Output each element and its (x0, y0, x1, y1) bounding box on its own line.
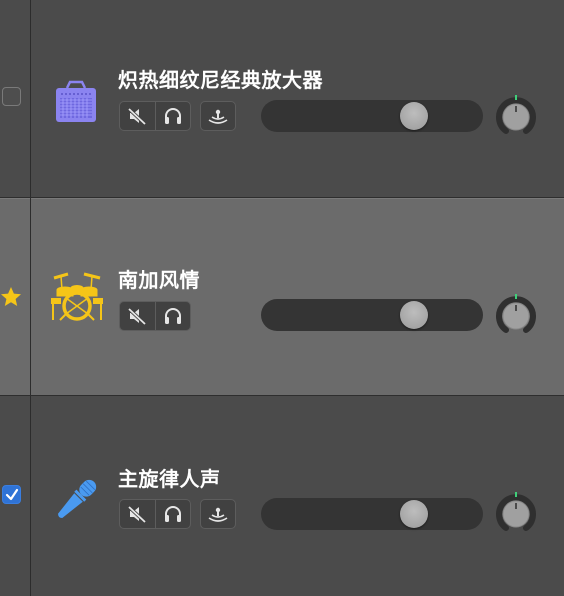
track-name: 南加风情 (118, 268, 200, 292)
speaker-muted-icon (128, 505, 147, 523)
solo-button[interactable] (154, 500, 191, 528)
star-icon (1, 287, 21, 306)
input-monitor-icon (208, 109, 228, 124)
speaker-muted-icon (128, 107, 147, 125)
volume-slider-thumb[interactable] (400, 301, 428, 329)
input-monitor-button[interactable] (200, 499, 236, 529)
track-header-strip (0, 0, 31, 198)
track-drums[interactable]: 南加风情 (0, 198, 564, 396)
solo-button[interactable] (154, 302, 191, 330)
headphones-icon (164, 108, 181, 124)
microphone-icon (50, 476, 104, 530)
track-name: 炽热细纹尼经典放大器 (118, 68, 323, 92)
mute-button[interactable] (120, 302, 155, 330)
volume-slider[interactable] (261, 299, 483, 331)
mute-solo-group (119, 301, 191, 331)
checkmark-icon (5, 488, 19, 501)
volume-slider[interactable] (261, 100, 483, 132)
mute-solo-group (119, 101, 191, 131)
amplifier-icon (50, 76, 104, 130)
pan-knob[interactable] (493, 490, 539, 536)
track-enable-checkbox[interactable] (2, 485, 21, 504)
speaker-muted-icon (128, 307, 147, 325)
volume-slider[interactable] (261, 498, 483, 530)
volume-slider-thumb[interactable] (400, 102, 428, 130)
mute-button[interactable] (120, 500, 155, 528)
mute-solo-group (119, 499, 191, 529)
pan-knob[interactable] (493, 93, 539, 139)
pan-knob[interactable] (493, 292, 539, 338)
track-amp[interactable]: 炽热细纹尼经典放大器 (0, 0, 564, 198)
track-highlight (0, 198, 564, 199)
headphones-icon (164, 506, 181, 522)
track-header-strip (0, 396, 31, 596)
volume-slider-thumb[interactable] (400, 500, 428, 528)
track-list: 炽热细纹尼经典放大器 南加风情 主旋律人声 (0, 0, 564, 596)
track-name: 主旋律人声 (118, 467, 221, 491)
track-enable-checkbox[interactable] (2, 87, 21, 106)
headphones-icon (164, 308, 181, 324)
drum-kit-icon (50, 268, 104, 322)
input-monitor-button[interactable] (200, 101, 236, 131)
track-header-strip (0, 198, 31, 396)
track-vocal[interactable]: 主旋律人声 (0, 396, 564, 596)
solo-button[interactable] (154, 102, 191, 130)
input-monitor-icon (208, 507, 228, 522)
mute-button[interactable] (120, 102, 155, 130)
